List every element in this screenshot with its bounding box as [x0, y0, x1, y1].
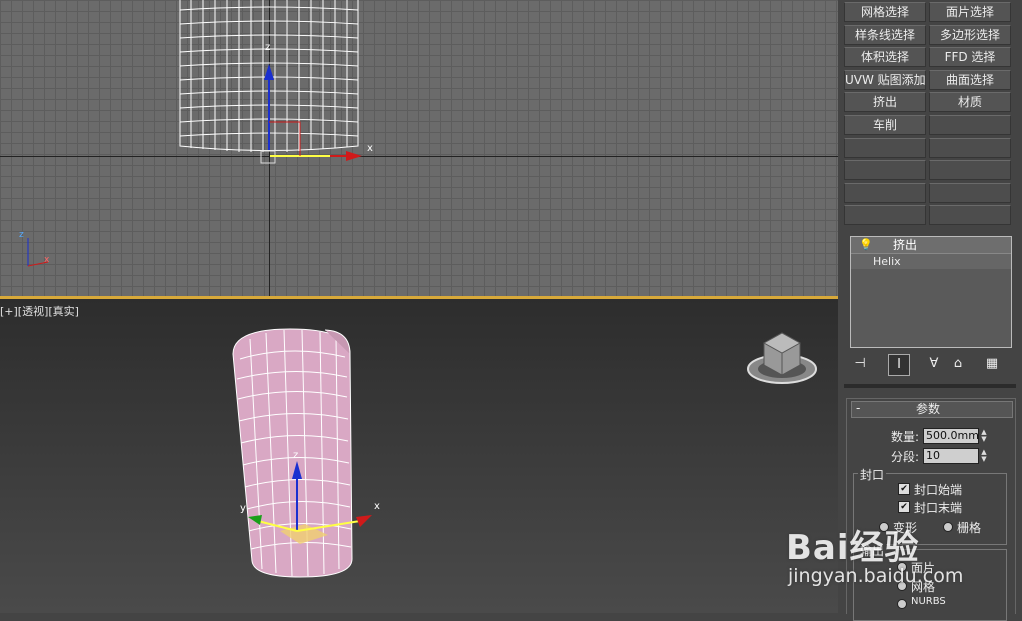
- top-gizmo-x-label: x: [367, 143, 373, 154]
- empty-modifier-button[interactable]: [844, 205, 926, 226]
- baidu-jingyan-logo: Bai经验: [786, 528, 920, 568]
- amount-spinner[interactable]: ▲ ▼: [979, 429, 989, 443]
- segments-label: 分段:: [891, 450, 920, 464]
- mesh-select-button[interactable]: 网格选择: [844, 2, 926, 22]
- uvw-map-add-button[interactable]: UVW 贴图添加: [844, 69, 926, 90]
- corner-axis-x-label: x: [44, 255, 50, 265]
- segments-input[interactable]: 10: [923, 448, 979, 464]
- rollout-collapse-symbol: -: [856, 401, 861, 415]
- spline-select-button[interactable]: 样条线选择: [844, 24, 926, 45]
- empty-modifier-button[interactable]: [929, 137, 1011, 158]
- persp-gizmo-x-label: x: [374, 501, 380, 512]
- amount-label: 数量:: [891, 430, 920, 444]
- stack-item-label: 挤出: [893, 238, 918, 252]
- empty-modifier-button[interactable]: [844, 182, 926, 203]
- volume-select-button[interactable]: 体积选择: [844, 47, 926, 68]
- segments-spinner[interactable]: ▲ ▼: [979, 449, 989, 463]
- empty-modifier-button[interactable]: [929, 182, 1011, 203]
- persp-gizmo-z-label: z: [293, 450, 299, 461]
- stack-item-extrude[interactable]: 💡 挤出: [851, 237, 1011, 254]
- show-end-result-icon[interactable]: I: [888, 354, 910, 376]
- ffd-select-button[interactable]: FFD 选择: [929, 47, 1011, 68]
- empty-modifier-button[interactable]: [929, 114, 1011, 135]
- make-unique-icon[interactable]: ∀: [924, 354, 944, 374]
- empty-modifier-button[interactable]: [929, 205, 1011, 226]
- persp-gizmo-y-label: y: [240, 503, 246, 514]
- corner-axis-z-label: z: [19, 230, 24, 240]
- perspective-viewport[interactable]: [+][透视][真实] z x y: [0, 299, 838, 613]
- top-viewport[interactable]: z x z x: [0, 0, 838, 296]
- perspective-canvas: [232, 328, 817, 578]
- poly-select-button[interactable]: 多边形选择: [929, 24, 1011, 45]
- modifier-buttons: 网格选择 面片选择 样条线选择 多边形选择 体积选择 FFD 选择 UVW 贴图…: [844, 2, 1014, 226]
- cap-start-label: 封口始端: [914, 483, 963, 497]
- watermark-url: jingyan.baidu.com: [788, 565, 964, 587]
- patch-select-button[interactable]: 面片选择: [929, 2, 1011, 22]
- amount-input[interactable]: 500.0mm: [923, 428, 979, 444]
- extrude-button[interactable]: 挤出: [844, 92, 926, 113]
- empty-modifier-button[interactable]: [929, 160, 1011, 181]
- modifier-stack-list[interactable]: 💡 挤出 Helix: [850, 236, 1012, 348]
- remove-modifier-icon[interactable]: ⌂: [948, 354, 968, 374]
- top-gizmo-z-label: z: [265, 42, 271, 53]
- cap-end-label: 封口末端: [914, 501, 963, 515]
- cap-end-checkbox[interactable]: ✔: [898, 501, 910, 513]
- surface-select-button[interactable]: 曲面选择: [929, 69, 1011, 90]
- output-nurbs-radio[interactable]: [897, 599, 907, 609]
- rollout-title: 参数: [916, 402, 941, 416]
- panel-separator: [844, 384, 1016, 388]
- empty-modifier-button[interactable]: [844, 160, 926, 181]
- material-button[interactable]: 材质: [929, 92, 1011, 113]
- stack-item-helix[interactable]: Helix: [851, 254, 1011, 269]
- capping-group-title: 封口: [858, 466, 887, 483]
- lathe-button[interactable]: 车削: [844, 114, 926, 135]
- empty-modifier-button[interactable]: [844, 137, 926, 158]
- output-nurbs-label: NURBS: [911, 596, 946, 607]
- cap-start-checkbox[interactable]: ✔: [898, 483, 910, 495]
- top-viewport-canvas: [27, 0, 362, 267]
- grid-radio[interactable]: [943, 522, 953, 532]
- lightbulb-icon[interactable]: 💡: [859, 237, 873, 253]
- viewcube: [747, 332, 817, 384]
- stack-toolbar: ⊣ I ∀ ⌂ ▦: [848, 353, 1016, 376]
- configure-modifier-sets-icon[interactable]: ▦: [982, 354, 1002, 374]
- parameters-rollout-header[interactable]: - 参数: [851, 401, 1013, 418]
- grid-label: 栅格: [957, 521, 982, 535]
- pin-stack-icon[interactable]: ⊣: [850, 354, 870, 374]
